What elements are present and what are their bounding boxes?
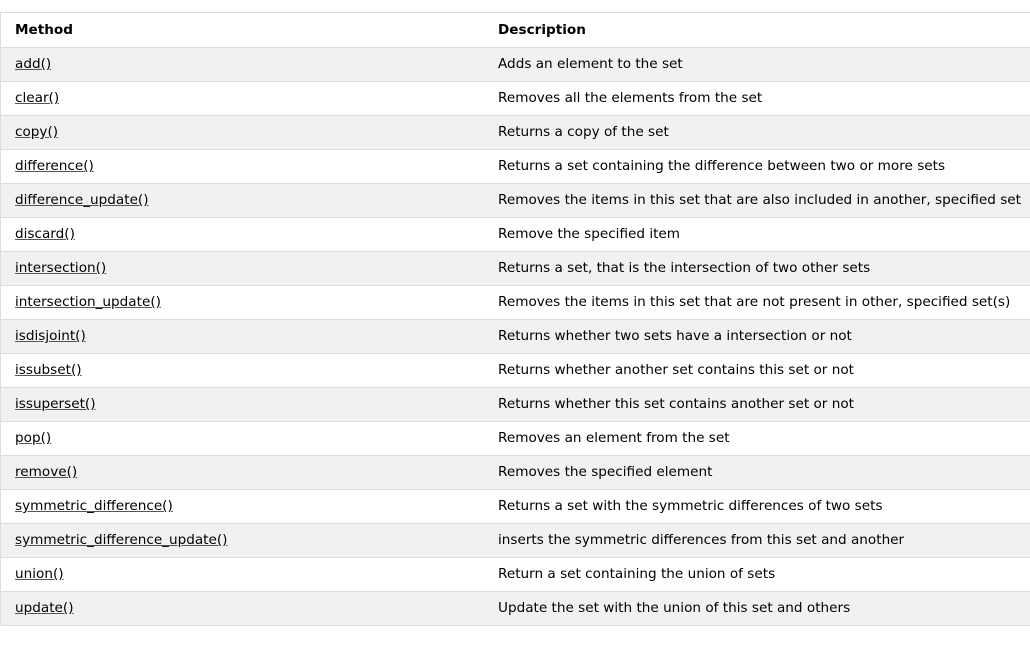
method-link[interactable]: isdisjoint() bbox=[15, 328, 86, 344]
table-row: clear() Removes all the elements from the… bbox=[1, 81, 1030, 116]
method-link[interactable]: pop() bbox=[15, 430, 51, 446]
method-cell: intersection_update() bbox=[1, 285, 484, 320]
table-header-row: Method Description bbox=[1, 13, 1030, 48]
method-link[interactable]: issubset() bbox=[15, 362, 82, 378]
description-column-header: Description bbox=[484, 13, 1030, 48]
description-cell: Removes the items in this set that are n… bbox=[484, 285, 1030, 320]
method-cell: isdisjoint() bbox=[1, 319, 484, 354]
method-cell: clear() bbox=[1, 81, 484, 116]
method-link[interactable]: clear() bbox=[15, 90, 59, 106]
method-link[interactable]: symmetric_difference_update() bbox=[15, 532, 227, 548]
description-cell: Returns whether this set contains anothe… bbox=[484, 387, 1030, 422]
method-link[interactable]: symmetric_difference() bbox=[15, 498, 173, 514]
method-cell: add() bbox=[1, 47, 484, 82]
description-cell: Returns a set, that is the intersection … bbox=[484, 251, 1030, 286]
description-cell: Return a set containing the union of set… bbox=[484, 557, 1030, 592]
table-row: union() Return a set containing the union… bbox=[1, 557, 1030, 592]
table-row: difference() Returns a set containing the… bbox=[1, 149, 1030, 184]
table-row: symmetric_difference() Returns a set with… bbox=[1, 489, 1030, 524]
method-cell: issuperset() bbox=[1, 387, 484, 422]
description-cell: Update the set with the union of this se… bbox=[484, 591, 1030, 626]
set-methods-table: Method Description add() Adds an element … bbox=[1, 13, 1030, 626]
method-link[interactable]: add() bbox=[15, 56, 51, 72]
method-cell: copy() bbox=[1, 115, 484, 150]
method-cell: discard() bbox=[1, 217, 484, 252]
table-row: pop() Removes an element from the set bbox=[1, 421, 1030, 456]
description-cell: Returns a copy of the set bbox=[484, 115, 1030, 150]
table-row: issuperset() Returns whether this set con… bbox=[1, 387, 1030, 422]
method-link[interactable]: discard() bbox=[15, 226, 75, 242]
method-cell: pop() bbox=[1, 421, 484, 456]
method-link[interactable]: union() bbox=[15, 566, 64, 582]
table-row: add() Adds an element to the set bbox=[1, 47, 1030, 82]
method-link[interactable]: difference_update() bbox=[15, 192, 149, 208]
method-link[interactable]: issuperset() bbox=[15, 396, 96, 412]
description-cell: Removes the specified element bbox=[484, 455, 1030, 490]
description-cell: Returns whether another set contains thi… bbox=[484, 353, 1030, 388]
table-row: update() Update the set with the union of… bbox=[1, 591, 1030, 626]
table-row: isdisjoint() Returns whether two sets hav… bbox=[1, 319, 1030, 354]
method-column-header: Method bbox=[1, 13, 484, 48]
method-cell: difference() bbox=[1, 149, 484, 184]
table-row: copy() Returns a copy of the set bbox=[1, 115, 1030, 150]
description-cell: Returns whether two sets have a intersec… bbox=[484, 319, 1030, 354]
table-row: remove() Removes the specified element bbox=[1, 455, 1030, 490]
method-link[interactable]: difference() bbox=[15, 158, 94, 174]
description-cell: Returns a set with the symmetric differe… bbox=[484, 489, 1030, 524]
method-link[interactable]: intersection_update() bbox=[15, 294, 161, 310]
description-cell: Removes all the elements from the set bbox=[484, 81, 1030, 116]
description-cell: Removes an element from the set bbox=[484, 421, 1030, 456]
method-cell: difference_update() bbox=[1, 183, 484, 218]
method-cell: symmetric_difference() bbox=[1, 489, 484, 524]
method-cell: update() bbox=[1, 591, 484, 626]
table-row: intersection_update() Removes the items i… bbox=[1, 285, 1030, 320]
description-cell: Removes the items in this set that are a… bbox=[484, 183, 1030, 218]
method-link[interactable]: copy() bbox=[15, 124, 58, 140]
method-cell: union() bbox=[1, 557, 484, 592]
method-cell: issubset() bbox=[1, 353, 484, 388]
method-cell: intersection() bbox=[1, 251, 484, 286]
method-link[interactable]: remove() bbox=[15, 464, 77, 480]
table-row: difference_update() Removes the items in … bbox=[1, 183, 1030, 218]
table-row: discard() Remove the specified item bbox=[1, 217, 1030, 252]
table-row: symmetric_difference_update() inserts the… bbox=[1, 523, 1030, 558]
description-cell: inserts the symmetric differences from t… bbox=[484, 523, 1030, 558]
table-row: issubset() Returns whether another set co… bbox=[1, 353, 1030, 388]
method-cell: remove() bbox=[1, 455, 484, 490]
method-cell: symmetric_difference_update() bbox=[1, 523, 484, 558]
description-cell: Remove the specified item bbox=[484, 217, 1030, 252]
set-methods-table-container: Method Description add() Adds an element … bbox=[0, 12, 1030, 626]
method-link[interactable]: update() bbox=[15, 600, 74, 616]
method-link[interactable]: intersection() bbox=[15, 260, 106, 276]
table-row: intersection() Returns a set, that is the… bbox=[1, 251, 1030, 286]
table-body: add() Adds an element to the set clear() Re… bbox=[1, 47, 1030, 626]
description-cell: Adds an element to the set bbox=[484, 47, 1030, 82]
description-cell: Returns a set containing the difference … bbox=[484, 149, 1030, 184]
